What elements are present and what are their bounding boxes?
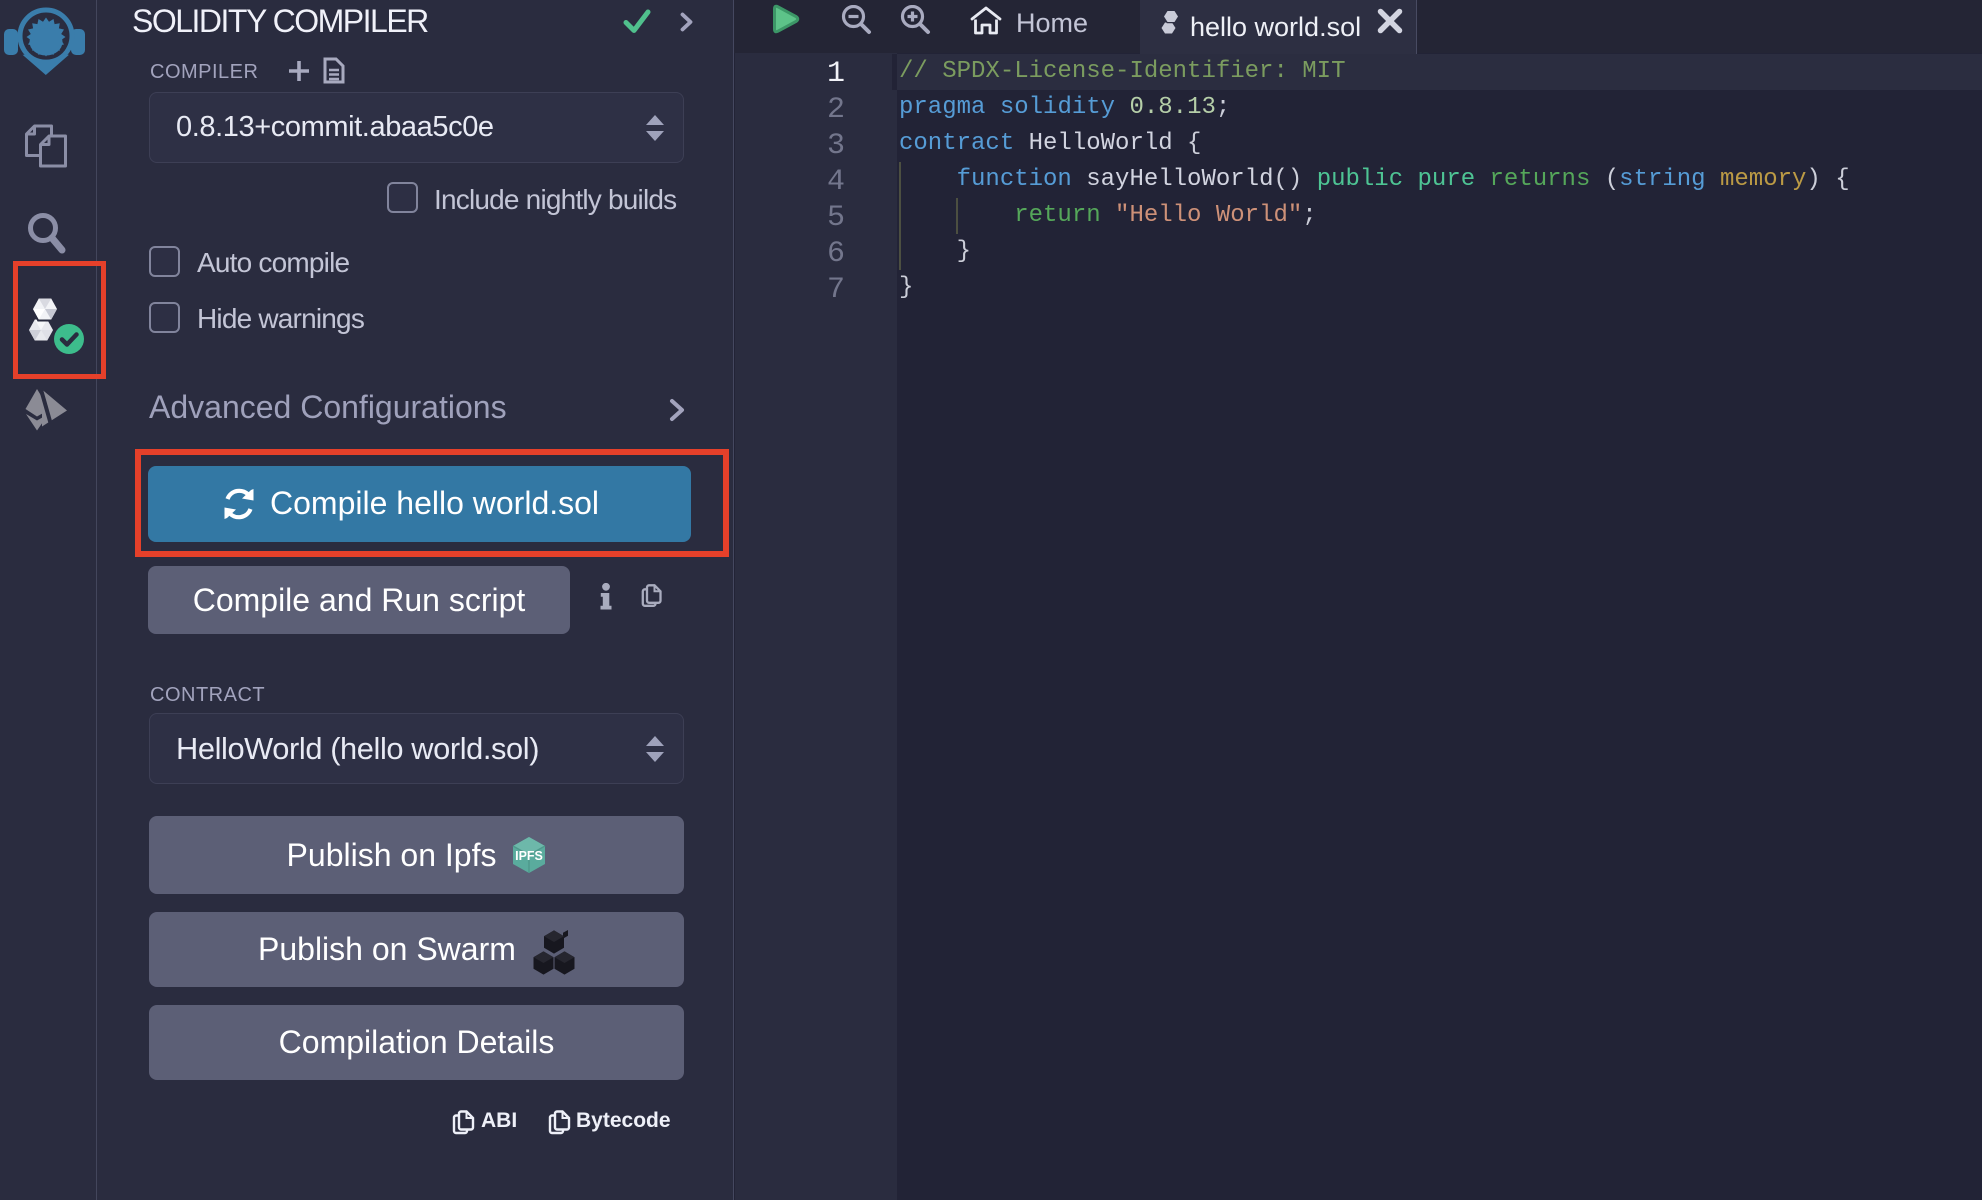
svg-text:IPFS: IPFS xyxy=(516,849,544,863)
